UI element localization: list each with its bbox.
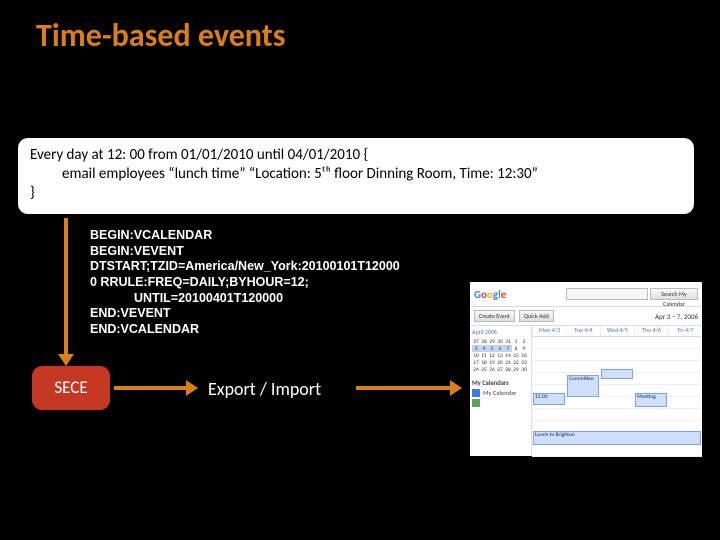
mini-calendar[interactable]: April 2006 272829303112 3456789 10111213…: [472, 328, 528, 373]
rule-line-2: email employees “lunch time” “Location: …: [30, 165, 682, 184]
day-header: Wed 4/5: [600, 326, 634, 336]
slide-title: Time-based events: [36, 16, 286, 55]
day-header: Tue 4/4: [566, 326, 600, 336]
day-header: Mon 4/3: [532, 326, 566, 336]
calendar-event[interactable]: Committee: [567, 375, 599, 397]
calendar-event[interactable]: Meeting: [635, 393, 667, 407]
google-logo: Google: [474, 288, 506, 301]
gcal-topbar: Google Search My Calendar: [470, 282, 702, 307]
my-calendars-section: My Calendars My Calendar: [472, 379, 529, 407]
ical-line: END:VEVENT: [90, 306, 400, 322]
ical-line: BEGIN:VEVENT: [90, 244, 400, 260]
create-event-button[interactable]: Create Event: [474, 310, 515, 322]
ical-line: 0 RRULE:FREQ=DAILY;BYHOUR=12;: [90, 275, 400, 291]
ical-code-block: BEGIN:VCALENDAR BEGIN:VEVENT DTSTART;TZI…: [90, 228, 400, 337]
calendar-event[interactable]: 12:00: [533, 393, 565, 405]
mini-calendar-grid[interactable]: 272829303112 3456789 10111213141516 1718…: [472, 338, 528, 373]
calendar-color-swatch: [472, 389, 480, 397]
rule-line-3: }: [30, 184, 682, 203]
calendar-item[interactable]: [472, 399, 529, 407]
arrow-down-icon: [64, 218, 68, 356]
ical-line: BEGIN:VCALENDAR: [90, 228, 400, 244]
day-header: Fri 4/7: [668, 326, 702, 336]
google-calendar-screenshot: Google Search My Calendar Create Event Q…: [470, 282, 702, 456]
search-input[interactable]: [566, 288, 648, 300]
calendar-event[interactable]: Lunch to Brighton: [533, 431, 701, 445]
arrow-right-icon: [356, 386, 452, 390]
ical-line: DTSTART;TZID=America/New_York:20100101T1…: [90, 259, 400, 275]
ical-line: END:VCALENDAR: [90, 322, 400, 338]
search-button[interactable]: Search My Calendar: [650, 288, 698, 300]
time-grid[interactable]: 12:00Committee Meeting Lunch to Brighton: [532, 337, 702, 457]
sece-badge: SECE: [32, 366, 110, 410]
day-header: Thu 4/6: [634, 326, 668, 336]
calendar-item[interactable]: My Calendar: [472, 389, 529, 397]
rule-line-1: Every day at 12: 00 from 01/01/2010 unti…: [30, 146, 682, 165]
ical-line: UNTIL=20100401T120000: [90, 291, 400, 307]
export-import-label: Export / Import: [208, 378, 321, 400]
quick-add-button[interactable]: Quick Add: [519, 310, 554, 322]
my-calendars-header: My Calendars: [472, 379, 529, 387]
date-range-label: Apr 3 – 7, 2006: [655, 312, 698, 321]
calendar-color-swatch: [472, 399, 480, 407]
mini-calendar-month: April 2006: [472, 328, 528, 338]
gcal-week-grid: Mon 4/3 Tue 4/4 Wed 4/5 Thu 4/6 Fri 4/7 …: [532, 326, 702, 456]
calendar-name: My Calendar: [483, 389, 516, 397]
rule-code-block: Every day at 12: 00 from 01/01/2010 unti…: [18, 138, 694, 214]
gcal-toolbar: Create Event Quick Add Apr 3 – 7, 2006: [470, 307, 702, 326]
calendar-event[interactable]: [601, 369, 633, 379]
day-headers: Mon 4/3 Tue 4/4 Wed 4/5 Thu 4/6 Fri 4/7: [532, 326, 702, 337]
gcal-sidebar: April 2006 272829303112 3456789 10111213…: [470, 326, 532, 456]
arrow-right-icon: [114, 386, 188, 390]
